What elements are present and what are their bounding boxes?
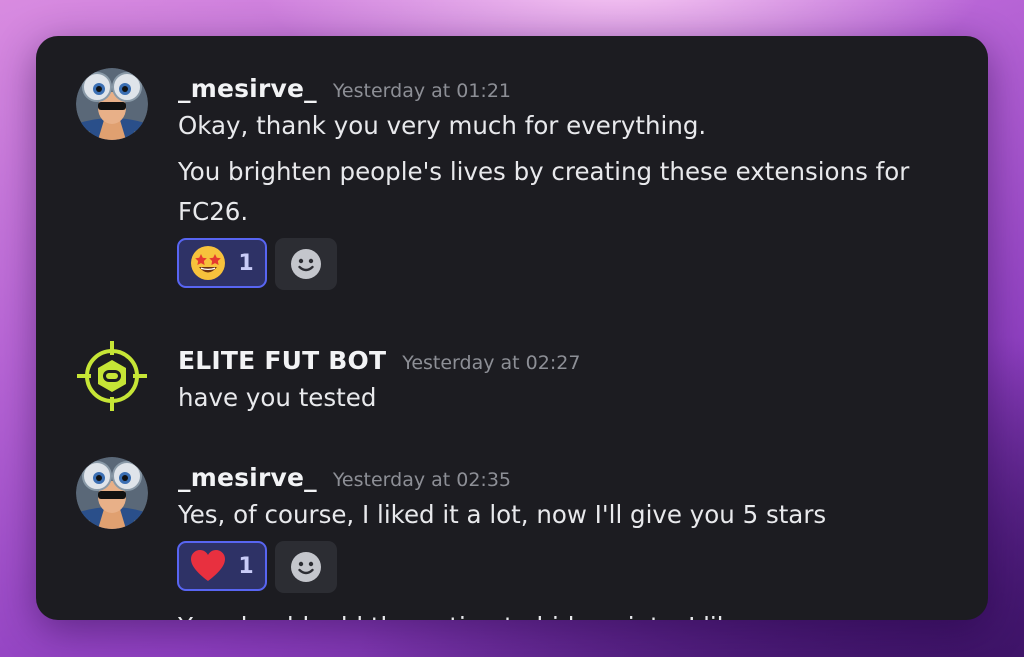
sunglasses-character-icon bbox=[76, 68, 148, 140]
message-text: have you tested bbox=[178, 383, 377, 412]
message-text: Okay, thank you very much for everything… bbox=[178, 111, 707, 140]
reaction-star-struck[interactable]: 1 bbox=[177, 238, 267, 288]
username[interactable]: _mesirve_ bbox=[178, 74, 317, 103]
star-struck-emoji-icon bbox=[191, 246, 226, 280]
reaction-count: 1 bbox=[238, 553, 254, 579]
reaction-count: 1 bbox=[238, 250, 254, 276]
smiley-icon bbox=[291, 249, 321, 279]
user-avatar[interactable] bbox=[76, 68, 148, 140]
red-heart-emoji-icon bbox=[191, 550, 226, 581]
timestamp: Yesterday at 01:21 bbox=[332, 80, 512, 102]
timestamp: Yesterday at 02:35 bbox=[332, 469, 512, 491]
username[interactable]: _mesirve_ bbox=[178, 463, 317, 492]
bot-avatar[interactable] bbox=[76, 340, 148, 412]
reaction-heart[interactable]: 1 bbox=[177, 541, 267, 591]
partial-message-text: You should add the option to hide points… bbox=[178, 612, 745, 620]
smiley-icon bbox=[291, 552, 321, 582]
chat-panel: _mesirve_ Yesterday at 01:21 Okay, thank… bbox=[36, 36, 988, 620]
add-reaction-button[interactable] bbox=[275, 541, 337, 593]
username[interactable]: ELITE FUT BOT bbox=[178, 346, 386, 375]
sunglasses-character-icon bbox=[76, 457, 148, 529]
timestamp: Yesterday at 02:27 bbox=[402, 352, 581, 374]
football-crosshair-logo-icon bbox=[77, 341, 147, 411]
user-avatar[interactable] bbox=[76, 457, 148, 529]
message-text: You brighten people's lives by creating … bbox=[178, 157, 910, 226]
message-text: Yes, of course, I liked it a lot, now I'… bbox=[178, 500, 827, 529]
add-reaction-button[interactable] bbox=[275, 238, 337, 290]
